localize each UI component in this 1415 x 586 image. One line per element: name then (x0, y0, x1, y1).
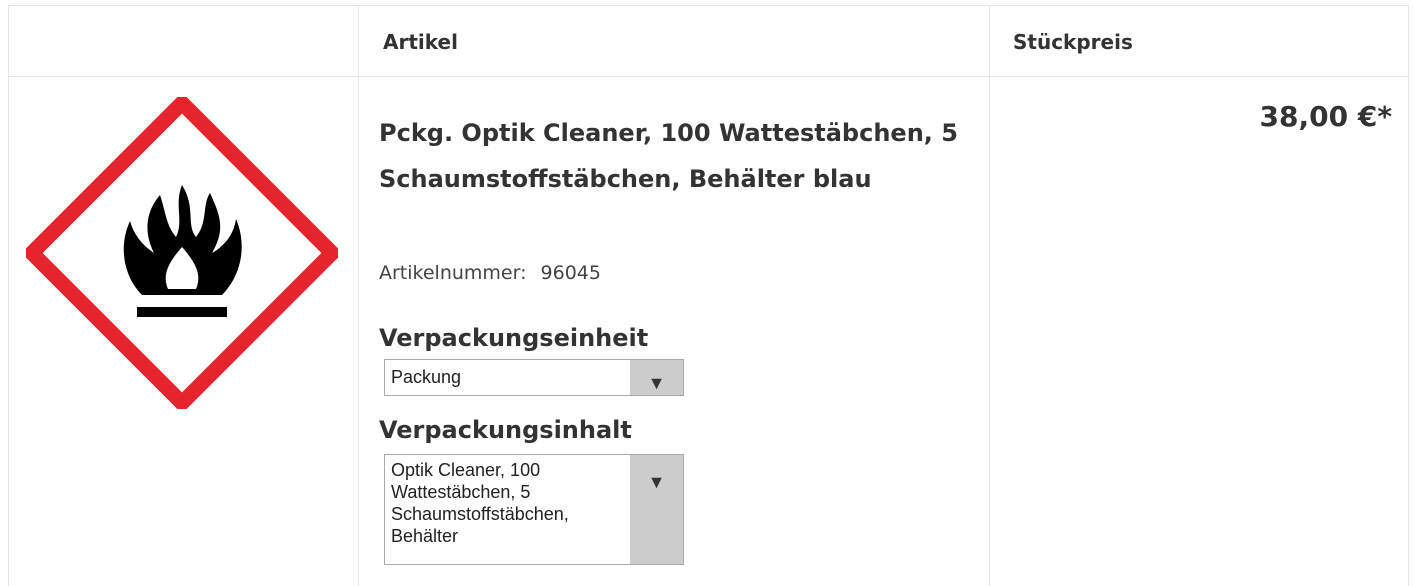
chevron-down-icon: ▼ (647, 373, 666, 393)
packaging-content-label: Verpackungsinhalt (379, 416, 632, 444)
unit-price: 38,00 €* (1259, 100, 1392, 133)
column-header-unit-price: Stückpreis (1013, 30, 1133, 54)
packaging-content-dropdown-button[interactable]: ▼ (630, 455, 683, 564)
packaging-unit-dropdown-button[interactable]: ▼ (630, 360, 683, 395)
packaging-unit-label: Verpackungseinheit (379, 324, 649, 352)
cart-table: Artikel Stückpreis Pckg. Optik Cleaner, … (8, 5, 1409, 586)
packaging-unit-value: Packung (391, 367, 462, 387)
article-number-row: Artikelnummer: 96045 (379, 262, 601, 284)
product-title[interactable]: Pckg. Optik Cleaner, 100 Wattestäbchen, … (379, 110, 979, 202)
flammable-icon[interactable] (26, 97, 338, 409)
article-number-label: Artikelnummer: (379, 262, 527, 284)
header-divider (9, 76, 1408, 77)
article-number-value: 96045 (540, 262, 601, 284)
column-divider (989, 6, 990, 586)
packaging-content-select[interactable]: Optik Cleaner, 100 Wattestäbchen, 5 Scha… (384, 454, 684, 565)
packaging-content-value: Optik Cleaner, 100 Wattestäbchen, 5 Scha… (391, 460, 569, 546)
chevron-down-icon: ▼ (647, 472, 666, 492)
packaging-unit-select[interactable]: Packung ▼ (384, 359, 684, 396)
column-divider (358, 6, 359, 586)
column-header-article: Artikel (383, 30, 458, 54)
